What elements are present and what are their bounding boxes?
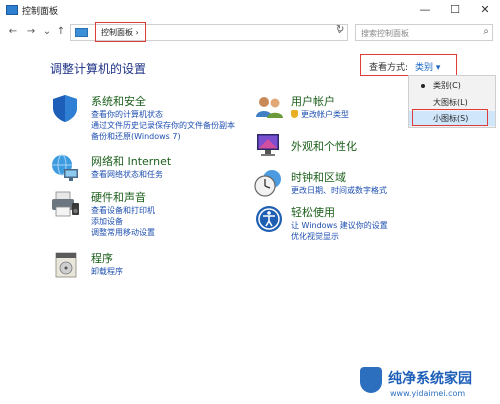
breadcrumb-highlight-box <box>95 22 146 42</box>
minimize-button[interactable]: — <box>410 0 440 20</box>
clock-globe-icon <box>254 170 281 197</box>
title-bar: 控制面板 — ☐ ✕ <box>0 0 500 21</box>
uac-shield-icon <box>291 110 298 118</box>
page-heading: 调整计算机的设置 <box>50 62 147 76</box>
link-view-computer-status[interactable]: 查看你的计算机状态 <box>91 109 235 120</box>
category-user-accounts: 用户帐户 更改帐户类型 <box>291 93 349 120</box>
link-change-account-type[interactable]: 更改帐户类型 <box>291 109 349 120</box>
view-by-control[interactable]: 查看方式: 类别 ▾ <box>360 54 457 76</box>
watermark: 纯净系统家园 www.yidaimei.com <box>360 365 500 404</box>
forward-arrow-icon[interactable]: → <box>24 24 38 40</box>
category-network-internet: 网络和 Internet 查看网络状态和任务 <box>91 153 171 180</box>
watermark-logo-icon <box>360 367 382 393</box>
category-title[interactable]: 时钟和区域 <box>291 169 387 185</box>
link-let-windows-suggest[interactable]: 让 Windows 建议你的设置 <box>291 220 388 231</box>
category-title[interactable]: 网络和 Internet <box>91 153 171 169</box>
programs-icon <box>55 252 77 278</box>
control-panel-icon <box>6 5 18 15</box>
link-add-device[interactable]: 添加设备 <box>91 216 155 227</box>
small-icons-highlight-box <box>412 109 488 126</box>
category-title[interactable]: 硬件和声音 <box>91 189 155 205</box>
menu-item-large-icons[interactable]: 大图标(L) <box>409 95 495 110</box>
category-programs: 程序 卸载程序 <box>91 250 123 277</box>
watermark-url: www.yidaimei.com <box>390 389 466 398</box>
users-icon <box>256 97 283 118</box>
link-network-status[interactable]: 查看网络状态和任务 <box>91 169 171 180</box>
link-backup-restore[interactable]: 备份和还原(Windows 7) <box>91 131 235 142</box>
recent-locations-icon[interactable]: ⌄ <box>40 24 54 40</box>
printer-icon <box>52 191 79 217</box>
category-title[interactable]: 程序 <box>91 250 123 266</box>
ease-of-access-icon <box>256 206 282 232</box>
category-clock-region: 时钟和区域 更改日期、时间或数字格式 <box>291 169 387 196</box>
link-mobility-settings[interactable]: 调整常用移动设置 <box>91 227 155 238</box>
link-optimize-visual-display[interactable]: 优化视觉显示 <box>291 231 388 242</box>
close-button[interactable]: ✕ <box>470 0 500 20</box>
refresh-icon[interactable]: ↻ <box>336 24 344 35</box>
category-title[interactable]: 系统和安全 <box>91 93 235 109</box>
category-title[interactable]: 外观和个性化 <box>291 138 357 154</box>
category-appearance: 外观和个性化 <box>291 138 357 154</box>
shield-icon <box>53 95 77 122</box>
watermark-title: 纯净系统家园 <box>388 371 472 387</box>
category-system-security: 系统和安全 查看你的计算机状态 通过文件历史记录保存你的文件备份副本 备份和还原… <box>91 93 235 142</box>
search-input[interactable]: 搜索控制面板 <box>361 28 409 39</box>
search-box[interactable]: 搜索控制面板 ⌕ <box>355 24 493 41</box>
link-file-history-backup[interactable]: 通过文件历史记录保存你的文件备份副本 <box>91 120 235 131</box>
category-hardware-sound: 硬件和声音 查看设备和打印机 添加设备 调整常用移动设置 <box>91 189 155 238</box>
selected-bullet-icon <box>421 84 425 88</box>
link-change-date-time-format[interactable]: 更改日期、时间或数字格式 <box>291 185 387 196</box>
category-title[interactable]: 用户帐户 <box>291 93 349 109</box>
network-globe-icon <box>52 154 78 181</box>
category-ease-of-access: 轻松使用 让 Windows 建议你的设置 优化视觉显示 <box>291 204 388 242</box>
address-bar[interactable]: 控制面板 › ⌄ <box>70 22 348 42</box>
monitor-icon <box>257 134 279 156</box>
view-by-dropdown[interactable]: 类别 ▾ <box>415 60 440 73</box>
navigation-bar: ← → ⌄ ↑ 控制面板 › ⌄ ↻ 搜索控制面板 ⌕ <box>0 20 500 45</box>
window-title: 控制面板 <box>22 7 59 17</box>
view-by-label: 查看方式: <box>369 63 409 73</box>
link-uninstall-program[interactable]: 卸载程序 <box>91 266 123 277</box>
link-devices-printers[interactable]: 查看设备和打印机 <box>91 205 155 216</box>
menu-item-category[interactable]: 类别(C) <box>409 78 495 93</box>
search-icon[interactable]: ⌕ <box>483 26 489 37</box>
control-panel-small-icon <box>75 28 88 37</box>
up-arrow-icon[interactable]: ↑ <box>54 24 68 40</box>
back-arrow-icon[interactable]: ← <box>6 24 20 40</box>
maximize-button[interactable]: ☐ <box>440 0 470 20</box>
category-title[interactable]: 轻松使用 <box>291 204 388 220</box>
